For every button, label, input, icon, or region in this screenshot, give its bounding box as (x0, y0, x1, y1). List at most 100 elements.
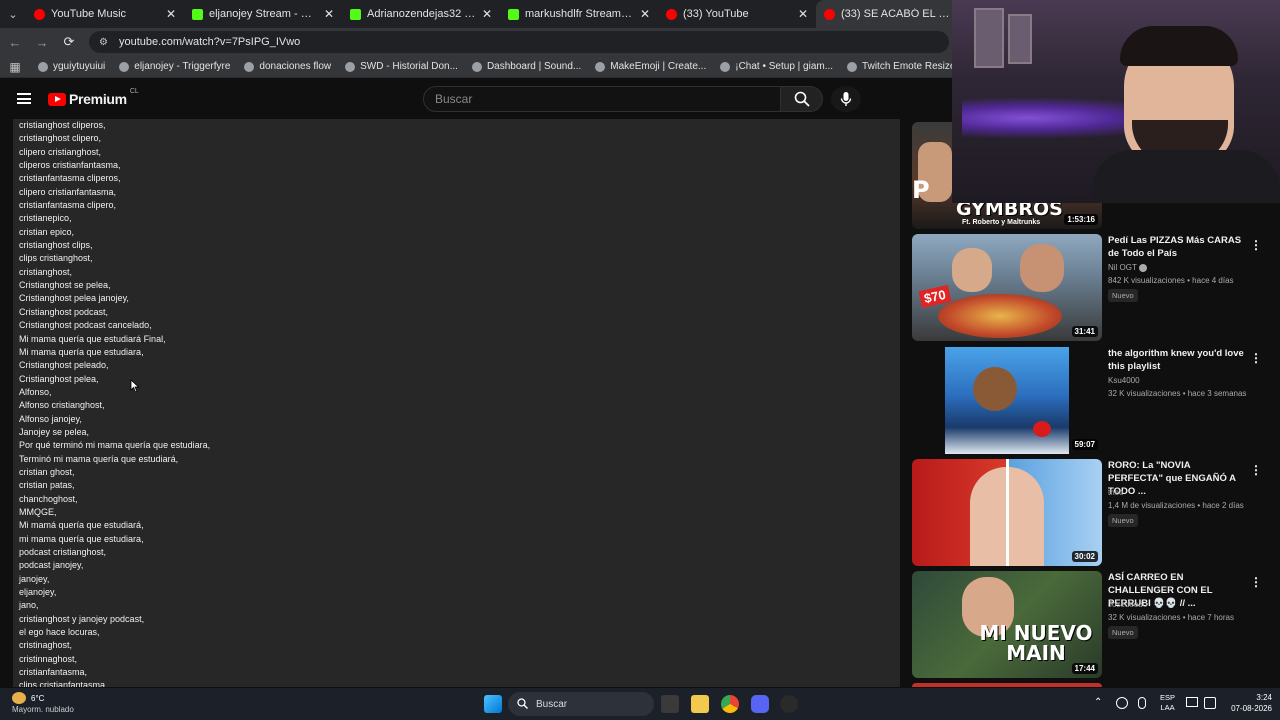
bookmark-item[interactable]: Twitch Emote Resizer (847, 61, 959, 72)
task-view-icon[interactable] (661, 695, 679, 713)
description-line: podcast janojey, (19, 560, 84, 571)
bookmark-item[interactable]: Dashboard | Sound... (471, 61, 581, 72)
description-line: cristianghost, (19, 266, 73, 277)
verified-icon (1138, 263, 1147, 272)
app-icon[interactable] (780, 695, 798, 713)
bookmark-item[interactable]: eljanojey - Triggerfyre (119, 61, 230, 72)
description-line: MMQGE, (19, 506, 57, 517)
video-title[interactable]: the algorithm knew you'd love this playl… (1108, 347, 1246, 373)
forward-button[interactable]: → (30, 35, 54, 50)
windows-start-icon[interactable] (484, 695, 502, 713)
bookmark-label: eljanojey - Triggerfyre (134, 61, 231, 72)
description-line: el ego hace locuras, (19, 627, 100, 638)
browser-tab[interactable]: markushdlfr Stream - Watch Live on Kick ✕ (500, 0, 658, 28)
file-explorer-icon[interactable] (691, 695, 709, 713)
bookmark-favicon-icon (471, 61, 482, 72)
video-thumbnail[interactable]: 30:02 (912, 459, 1102, 566)
display-icon[interactable] (1186, 697, 1198, 707)
bookmark-item[interactable]: donaciones flow (244, 61, 331, 72)
bookmark-favicon-icon (847, 61, 858, 72)
video-title[interactable]: Pedí Las PIZZAS Más CARAS de Todo el Paí… (1108, 234, 1246, 260)
apps-grid-icon[interactable]: ▦ (2, 60, 28, 74)
youtube-header: Premium CL Buscar (0, 79, 952, 119)
reload-button[interactable]: ⟳ (57, 34, 81, 50)
thumbnail-text: MI NUEVO MAIN (979, 621, 1093, 665)
bookmark-favicon-icon (244, 61, 255, 72)
thumbnail-split-line (1006, 459, 1009, 566)
chrome-icon[interactable] (721, 695, 739, 713)
tab-close-icon[interactable]: ✕ (640, 7, 650, 21)
related-video-item[interactable]: $70 31:41 Pedí Las PIZZAS Más CARAS de T… (912, 234, 1272, 342)
clock[interactable]: 3:24 07-08-2026 (1231, 692, 1272, 714)
browser-tab[interactable]: (33) YouTube ✕ (658, 0, 816, 28)
related-video-item[interactable]: MI NUEVO MAIN 17:44 ASÍ CARREO EN CHALLE… (912, 571, 1272, 679)
more-options-icon[interactable]: ⋮ (1250, 351, 1262, 365)
browser-tab[interactable]: eljanojey Stream - Watch Live on Kick ✕ (184, 0, 342, 28)
tab-close-icon[interactable]: ✕ (324, 7, 334, 21)
back-button[interactable]: ← (3, 35, 27, 50)
mic-tray-icon[interactable] (1138, 697, 1146, 709)
bookmark-label: SWD - Historial Don... (360, 61, 458, 72)
search-button[interactable] (781, 86, 823, 112)
volume-icon[interactable] (1204, 697, 1216, 709)
description-line: Alfonso cristianghost, (19, 400, 105, 411)
tab-close-icon[interactable]: ✕ (482, 7, 492, 21)
tab-search-button[interactable]: ⌄ (0, 0, 26, 28)
bookmark-item[interactable]: SWD - Historial Don... (345, 61, 458, 72)
video-thumbnail[interactable]: 59:07 (912, 347, 1102, 454)
bookmark-item[interactable]: MakeEmoji | Create... (595, 61, 706, 72)
description-line: Cristianghost podcast, (19, 306, 109, 317)
related-video-item[interactable]: 59:07 the algorithm knew you'd love this… (912, 347, 1272, 455)
language-indicator[interactable]: ESP LAA (1160, 693, 1175, 713)
tab-title: (33) YouTube (683, 8, 749, 20)
description-line: cristianghost clipero, (19, 133, 102, 144)
webcam-wall-frame (974, 8, 1004, 68)
video-channel[interactable]: Josedeodo (1108, 600, 1147, 609)
address-bar[interactable]: ⚙ youtube.com/watch?v=7PsIPG_IVwo (89, 31, 949, 53)
voice-search-button[interactable] (831, 86, 861, 112)
youtube-favicon-icon (666, 8, 677, 20)
bookmark-favicon-icon (119, 61, 130, 72)
bookmark-item[interactable]: ¡Chat • Setup | giam... (720, 61, 833, 72)
browser-tab[interactable]: (33) SE ACABÓ EL PODCAST, SO✕ (816, 0, 974, 28)
kick-favicon-icon (192, 8, 203, 20)
more-options-icon[interactable]: ⋮ (1250, 575, 1262, 589)
taskbar-search[interactable]: Buscar (508, 692, 654, 716)
discord-icon[interactable] (751, 695, 769, 713)
video-title[interactable]: RORO: La "NOVIA PERFECTA" que ENGAÑÓ A T… (1108, 459, 1246, 498)
video-channel[interactable]: Nil OGT (1108, 263, 1147, 272)
bookmark-item[interactable]: yguiytuyuiui (38, 61, 105, 72)
related-video-item[interactable]: 30:02 RORO: La "NOVIA PERFECTA" que ENGA… (912, 459, 1272, 567)
tab-close-icon[interactable]: ✕ (166, 7, 176, 21)
site-info-icon[interactable]: ⚙ (99, 37, 113, 48)
language-primary: ESP (1160, 693, 1176, 702)
youtube-premium-logo[interactable]: Premium CL (48, 88, 139, 107)
video-duration: 17:44 (1071, 663, 1098, 674)
mouse-cursor-icon (130, 379, 140, 393)
menu-hamburger-icon[interactable] (17, 93, 31, 104)
browser-tab[interactable]: YouTube Music ✕ (26, 0, 184, 28)
tab-close-icon[interactable]: ✕ (798, 7, 808, 21)
description-line: Cristianghost peleado, (19, 360, 109, 371)
more-options-icon[interactable]: ⋮ (1250, 463, 1262, 477)
description-line: janojey, (19, 573, 50, 584)
description-line: Por qué terminó mi mama quería que estud… (19, 440, 211, 451)
more-options-icon[interactable]: ⋮ (1250, 238, 1262, 252)
next-video-thumbnail-partial[interactable] (912, 683, 1102, 687)
description-line: clipero cristianfantasma, (19, 186, 117, 197)
browser-tab[interactable]: Adrianozendejas32 Stream - Watch Live ✕ (342, 0, 500, 28)
thumbnail-subtext: Ft. Roberto y Maltrunks (962, 219, 1041, 226)
clock-date: 07-08-2026 (1231, 704, 1272, 713)
video-channel[interactable]: Ksu4000 (1108, 376, 1140, 385)
bookmark-label: Twitch Emote Resizer (862, 61, 959, 72)
video-thumbnail[interactable]: MI NUEVO MAIN 17:44 (912, 571, 1102, 678)
weather-widget[interactable]: 6°C Mayorm. nublado (12, 692, 74, 715)
video-channel[interactable]: theo (1108, 488, 1124, 497)
tray-chevron-icon[interactable]: ⌃ (1094, 697, 1102, 708)
video-thumbnail[interactable]: $70 31:41 (912, 234, 1102, 341)
network-icon[interactable] (1116, 697, 1128, 709)
search-input[interactable]: Buscar (423, 86, 781, 112)
video-duration: 31:41 (1071, 326, 1098, 337)
description-line: chanchoghost, (19, 493, 78, 504)
description-line: cristianghost y janojey podcast, (19, 613, 145, 624)
